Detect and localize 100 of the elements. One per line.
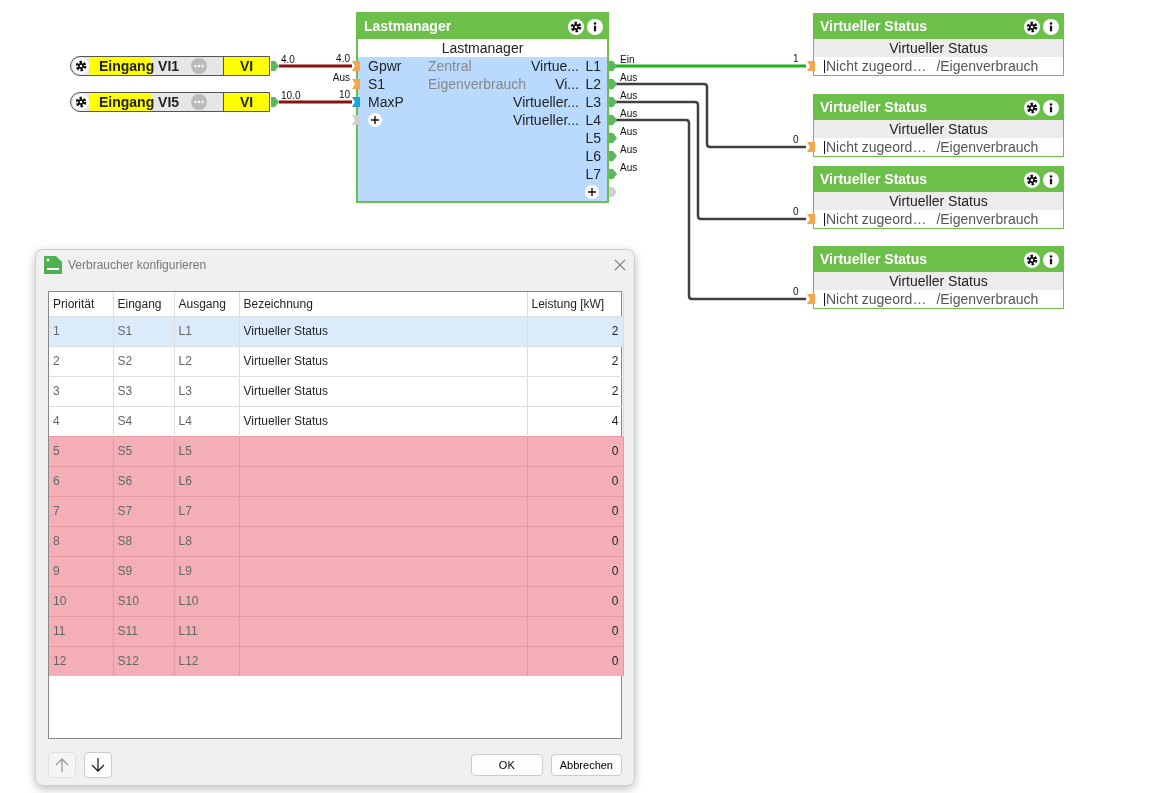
table-cell: L1 <box>174 316 239 346</box>
block-subtitle: Virtueller Status <box>814 272 1063 290</box>
table-row[interactable]: 12 S12 L12 0 <box>49 646 623 676</box>
output-label: L3 <box>584 92 601 112</box>
table-cell: 2 <box>49 346 113 376</box>
settings-icon[interactable] <box>1024 171 1040 188</box>
info-icon[interactable] <box>1043 18 1059 35</box>
table-cell: L4 <box>174 406 239 436</box>
text-cursor <box>824 292 825 306</box>
settings-icon[interactable] <box>1024 18 1040 35</box>
add-icon[interactable] <box>368 113 382 127</box>
path-text: /Eigenverbrauch <box>936 57 1039 75</box>
output-label: L1 <box>584 56 601 76</box>
input-label: MaxP <box>368 92 405 112</box>
output-value: Aus <box>620 162 638 173</box>
output-value: Ein <box>620 54 635 65</box>
table-cell: S7 <box>113 496 174 526</box>
table-row[interactable]: 7 S7 L7 0 <box>49 496 623 526</box>
column-header[interactable]: Ausgang <box>174 292 239 316</box>
move-down-button[interactable] <box>84 752 112 778</box>
arrow-down-icon <box>91 757 105 773</box>
wire-value: 0 <box>793 134 799 145</box>
table-row[interactable]: 4 S4 L4 Virtueller Status 4 <box>49 406 623 436</box>
output-text: Vi... <box>555 74 579 94</box>
table-cell: 5 <box>49 436 113 466</box>
output-label: L6 <box>584 146 601 166</box>
column-header[interactable]: Bezeichnung <box>239 292 527 316</box>
table-cell: 0 <box>527 586 623 616</box>
table-cell: S2 <box>113 346 174 376</box>
wire-value: 0 <box>793 286 799 297</box>
output-text: Virtueller... <box>513 110 579 130</box>
output-label: L7 <box>584 164 601 184</box>
text-cursor <box>824 212 825 226</box>
table-cell: S1 <box>113 316 174 346</box>
table-row[interactable]: 6 S6 L6 0 <box>49 466 623 496</box>
table-row[interactable]: 8 S8 L8 0 <box>49 526 623 556</box>
output-text: Virtueller... <box>513 92 579 112</box>
table-cell: Virtueller Status <box>239 376 527 406</box>
settings-icon[interactable] <box>1024 99 1040 116</box>
info-icon[interactable] <box>587 18 603 35</box>
path-text: /Eigenverbrauch <box>936 138 1039 156</box>
table-cell: S8 <box>113 526 174 556</box>
info-icon[interactable] <box>1043 99 1059 116</box>
table-cell: 7 <box>49 496 113 526</box>
table-cell: 4 <box>527 406 623 436</box>
output-value: Aus <box>620 144 638 155</box>
table-cell: S11 <box>113 616 174 646</box>
close-icon[interactable] <box>614 258 626 271</box>
table-cell: 9 <box>49 556 113 586</box>
table-row[interactable]: 2 S2 L2 Virtueller Status 2 <box>49 346 623 376</box>
table-cell: S10 <box>113 586 174 616</box>
block-type: VI <box>223 57 269 75</box>
table-row[interactable]: 9 S9 L9 0 <box>49 556 623 586</box>
input-port <box>352 115 360 125</box>
table-row[interactable]: 1 S1 L1 Virtueller Status 2 <box>49 316 623 346</box>
table-cell: 1 <box>49 316 113 346</box>
table-row[interactable]: 5 S5 L5 0 <box>49 436 623 466</box>
table-cell: S5 <box>113 436 174 466</box>
table-cell: 0 <box>527 646 623 676</box>
block-subtitle: Virtueller Status <box>814 39 1063 57</box>
cancel-button[interactable]: Abbrechen <box>550 754 622 776</box>
table-cell: 0 <box>527 436 623 466</box>
settings-icon[interactable] <box>73 58 89 74</box>
column-header[interactable]: Leistung [kW] <box>527 292 623 316</box>
table-cell: S9 <box>113 556 174 586</box>
table-cell: L9 <box>174 556 239 586</box>
settings-icon[interactable] <box>568 18 584 35</box>
app-icon <box>44 255 62 274</box>
table-cell: L7 <box>174 496 239 526</box>
info-icon[interactable] <box>1043 251 1059 268</box>
input-label: S1 <box>368 74 387 94</box>
table-cell: 3 <box>49 376 113 406</box>
settings-icon[interactable] <box>73 94 89 110</box>
window-title: Verbraucher konfigurieren <box>68 256 207 274</box>
table-cell: S12 <box>113 646 174 676</box>
input-info: Zentral <box>428 56 472 76</box>
table-cell: 0 <box>527 616 623 646</box>
table-cell: L12 <box>174 646 239 676</box>
column-header[interactable]: Priorität <box>49 292 113 316</box>
settings-icon[interactable] <box>1024 251 1040 268</box>
table-cell: L11 <box>174 616 239 646</box>
table-row[interactable]: 10 S10 L10 0 <box>49 586 623 616</box>
block-type: VI <box>223 93 269 111</box>
wire-value: 1 <box>793 53 799 64</box>
table-cell: 4 <box>49 406 113 436</box>
table-cell: 2 <box>527 376 623 406</box>
column-header[interactable]: Eingang <box>113 292 174 316</box>
table-row[interactable]: 11 S11 L11 0 <box>49 616 623 646</box>
add-icon[interactable] <box>585 185 599 199</box>
table-cell: 6 <box>49 466 113 496</box>
ok-button[interactable]: OK <box>470 754 543 776</box>
table-cell: 11 <box>49 616 113 646</box>
table-row[interactable]: 3 S3 L3 Virtueller Status 2 <box>49 376 623 406</box>
output-value: Aus <box>620 108 638 119</box>
table-cell: L10 <box>174 586 239 616</box>
info-icon[interactable] <box>1043 171 1059 188</box>
table-cell: 0 <box>527 556 623 586</box>
wire-value: Aus <box>332 72 350 83</box>
path-text: /Eigenverbrauch <box>936 210 1039 228</box>
block-subtitle: Lastmanager <box>440 39 525 57</box>
